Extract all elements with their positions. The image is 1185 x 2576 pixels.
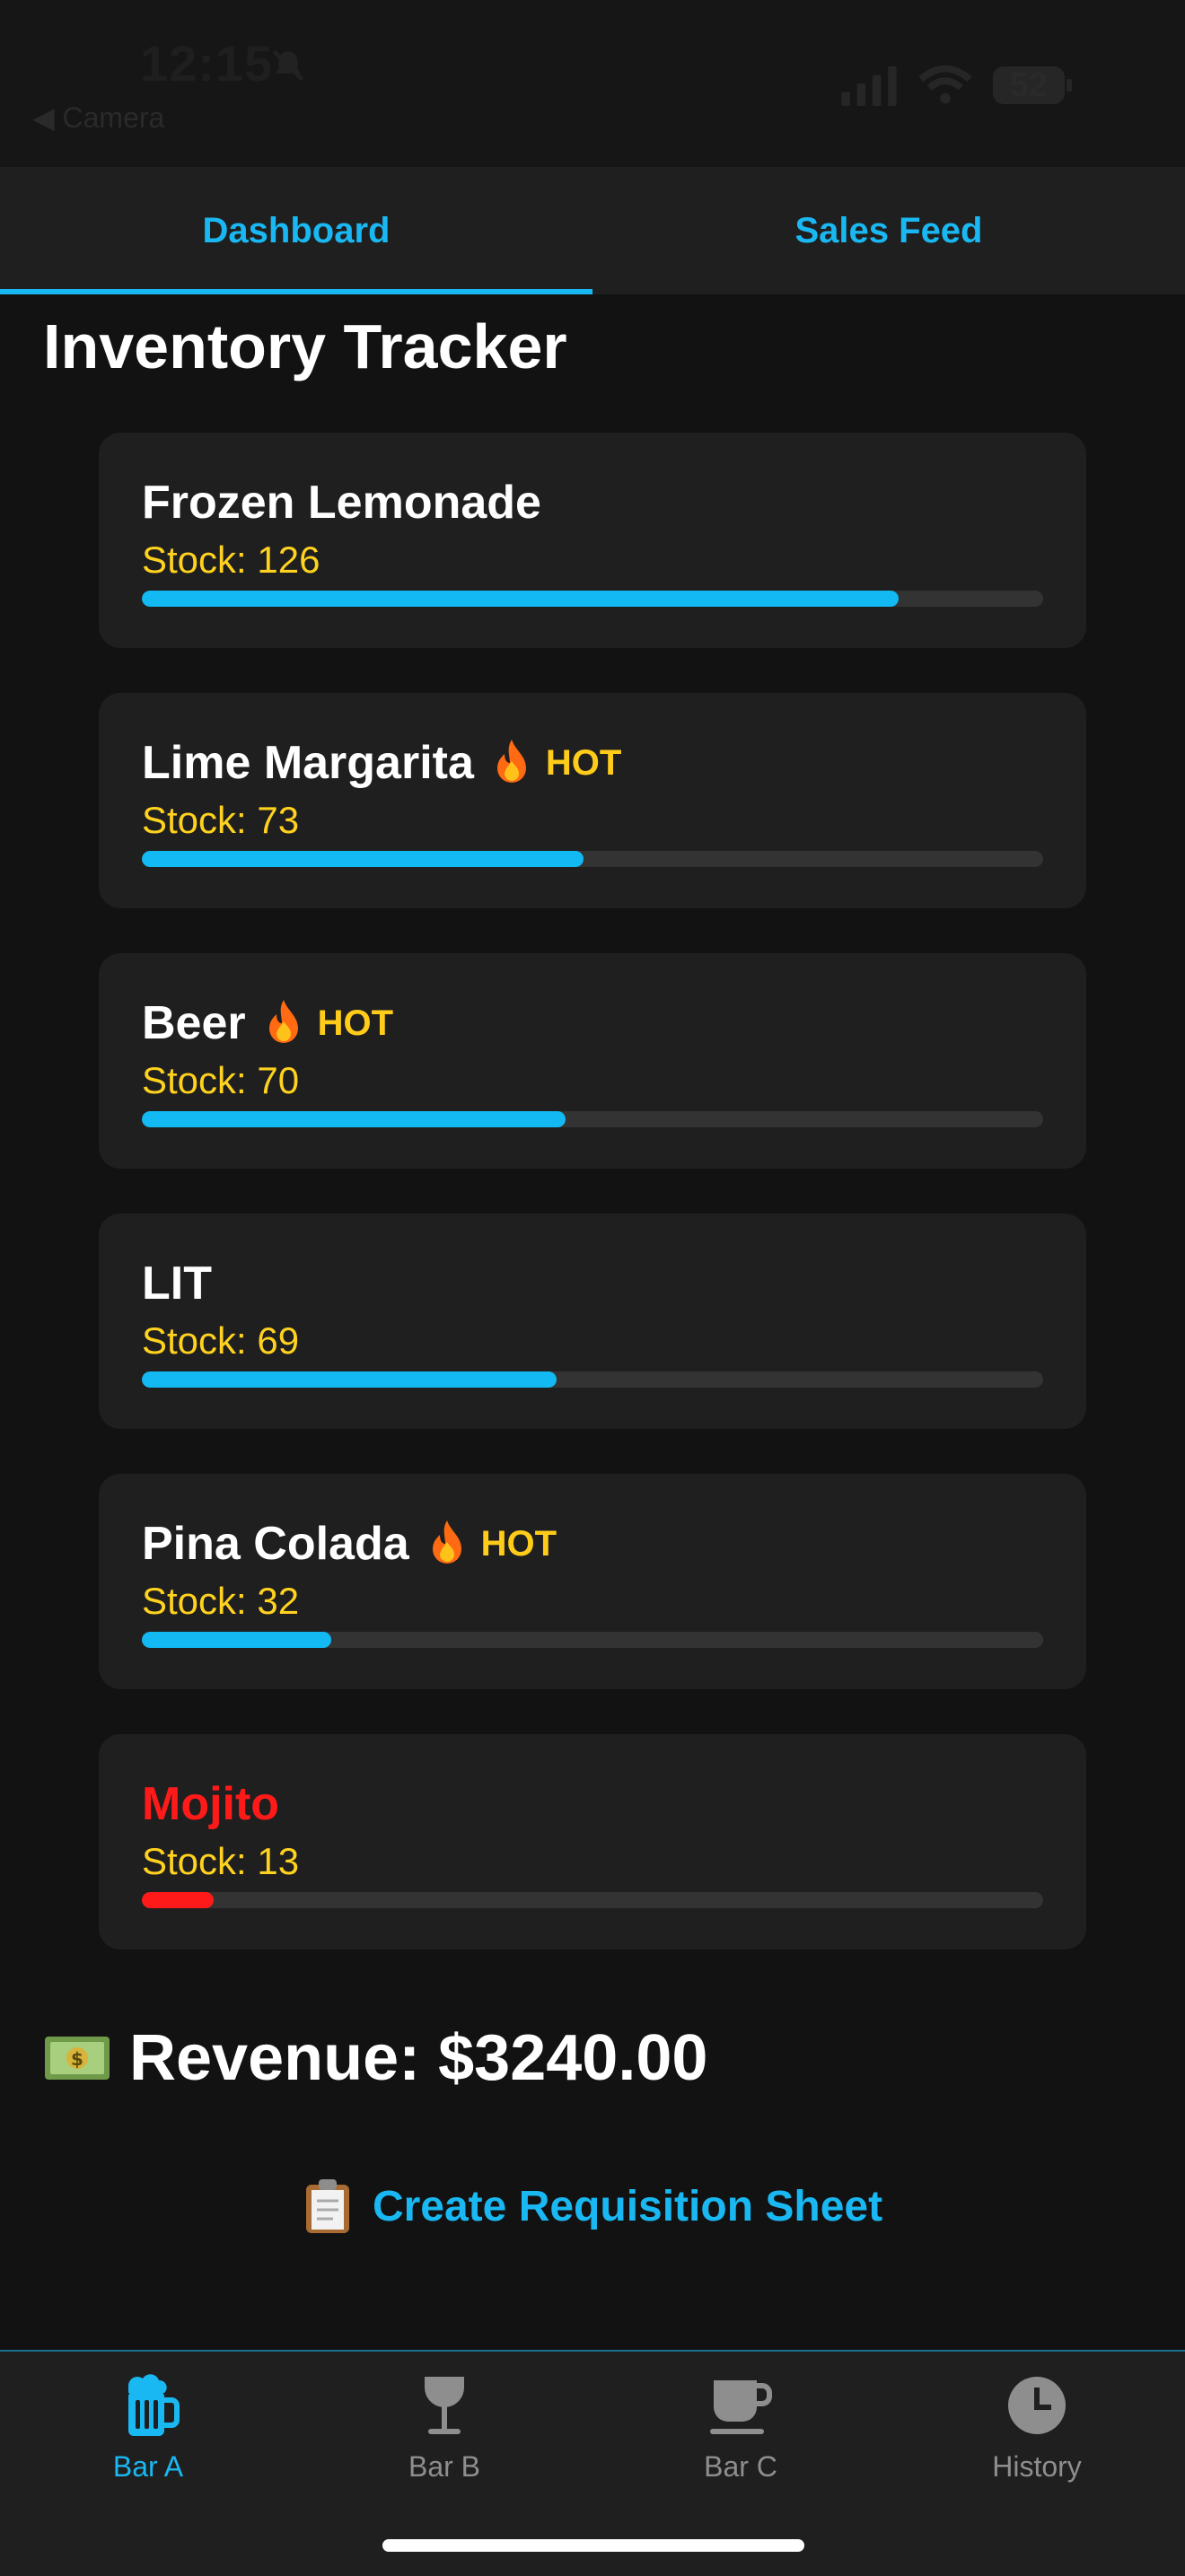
- stock-bar-fill: [142, 1632, 331, 1648]
- back-to-app-link[interactable]: ◀ Camera: [32, 101, 164, 135]
- stock-count: Stock: 69: [142, 1319, 300, 1362]
- item-name-row: Lime Margarita HOT: [142, 736, 621, 790]
- item-name: Beer: [142, 997, 246, 1049]
- fire-icon: [496, 740, 526, 783]
- wine-glass-icon: [425, 2377, 464, 2434]
- item-name-row: Beer HOT: [142, 996, 393, 1050]
- status-bar: 12:15 ◀ Camera 52: [0, 0, 1185, 167]
- create-requisition-button[interactable]: Create Requisition Sheet: [0, 2177, 1185, 2235]
- inventory-card[interactable]: Frozen Lemonade Stock: 126: [99, 433, 1086, 648]
- svg-text:$: $: [71, 2048, 83, 2070]
- stock-count: Stock: 70: [142, 1059, 300, 1101]
- stock-bar-track: [142, 1632, 1043, 1648]
- item-name-row: Frozen Lemonade: [142, 476, 541, 530]
- nav-label: History: [992, 2450, 1082, 2483]
- item-name: Mojito: [142, 1778, 280, 1830]
- tab-bar-b[interactable]: Bar B: [296, 2370, 592, 2504]
- top-tab-bar: Dashboard Sales Feed: [0, 167, 1185, 294]
- stock-bar-track: [142, 591, 1043, 607]
- beer-mug-icon: [128, 2374, 180, 2436]
- stock-bar-track: [142, 1371, 1043, 1388]
- nav-label: Bar A: [112, 2450, 184, 2483]
- inventory-card[interactable]: Pina Colada HOT Stock: 32: [99, 1474, 1086, 1689]
- stock-count: Stock: 32: [142, 1580, 300, 1622]
- item-name: Lime Margarita: [142, 737, 474, 789]
- clipboard-icon: [305, 2179, 349, 2233]
- tab-dashboard[interactable]: Dashboard: [0, 167, 592, 294]
- fire-icon: [268, 1000, 298, 1043]
- inventory-card[interactable]: LIT Stock: 69: [99, 1214, 1086, 1429]
- stock-bar-fill: [142, 1371, 557, 1388]
- cellular-signal-icon: [841, 66, 897, 106]
- stock-bar-track: [142, 851, 1043, 867]
- hot-badge: HOT: [545, 742, 622, 783]
- wifi-icon: [918, 65, 972, 104]
- item-name: Pina Colada: [142, 1518, 409, 1570]
- hot-badge: HOT: [480, 1523, 557, 1564]
- money-icon: $: [45, 2037, 110, 2080]
- hot-badge: HOT: [317, 1003, 394, 1043]
- requisition-label: Create Requisition Sheet: [372, 2182, 883, 2230]
- item-name: Frozen Lemonade: [142, 477, 541, 529]
- stock-bar-fill: [142, 1892, 215, 1908]
- coffee-cup-icon: [710, 2380, 772, 2434]
- item-name: LIT: [142, 1257, 212, 1310]
- stock-bar-fill: [142, 851, 584, 867]
- item-name-row: Pina Colada HOT: [142, 1517, 557, 1571]
- inventory-card[interactable]: Mojito Stock: 13: [99, 1734, 1086, 1950]
- stock-count: Stock: 13: [142, 1840, 300, 1882]
- tab-sales-feed[interactable]: Sales Feed: [592, 167, 1185, 294]
- battery-level: 52: [1009, 66, 1049, 104]
- bell-off-icon: [272, 49, 304, 82]
- inventory-card[interactable]: Lime Margarita HOT Stock: 73: [99, 693, 1086, 908]
- stock-count: Stock: 126: [142, 539, 320, 581]
- nav-label: Bar B: [408, 2450, 481, 2483]
- item-name-row: Mojito: [142, 1777, 279, 1831]
- tab-history[interactable]: History: [889, 2370, 1185, 2504]
- stock-count: Stock: 73: [142, 799, 300, 841]
- stock-bar-track: [142, 1111, 1043, 1127]
- tab-bar-c[interactable]: Bar C: [592, 2370, 889, 2504]
- home-indicator[interactable]: [382, 2539, 804, 2552]
- inventory-card[interactable]: Beer HOT Stock: 70: [99, 953, 1086, 1169]
- stock-bar-fill: [142, 1111, 566, 1127]
- tab-bar-a[interactable]: Bar A: [0, 2370, 296, 2504]
- stock-bar-track: [142, 1892, 1043, 1908]
- fire-icon: [432, 1520, 461, 1564]
- clock-icon: [1008, 2377, 1066, 2434]
- stock-bar-fill: [142, 591, 900, 607]
- revenue-summary: $ Revenue: $3240.00: [43, 2021, 707, 2095]
- status-time: 12:15: [140, 35, 274, 92]
- nav-label: Bar C: [704, 2450, 777, 2483]
- item-name-row: LIT: [142, 1257, 212, 1310]
- revenue-amount: Revenue: $3240.00: [129, 2022, 708, 2094]
- page-title: Inventory Tracker: [43, 311, 567, 381]
